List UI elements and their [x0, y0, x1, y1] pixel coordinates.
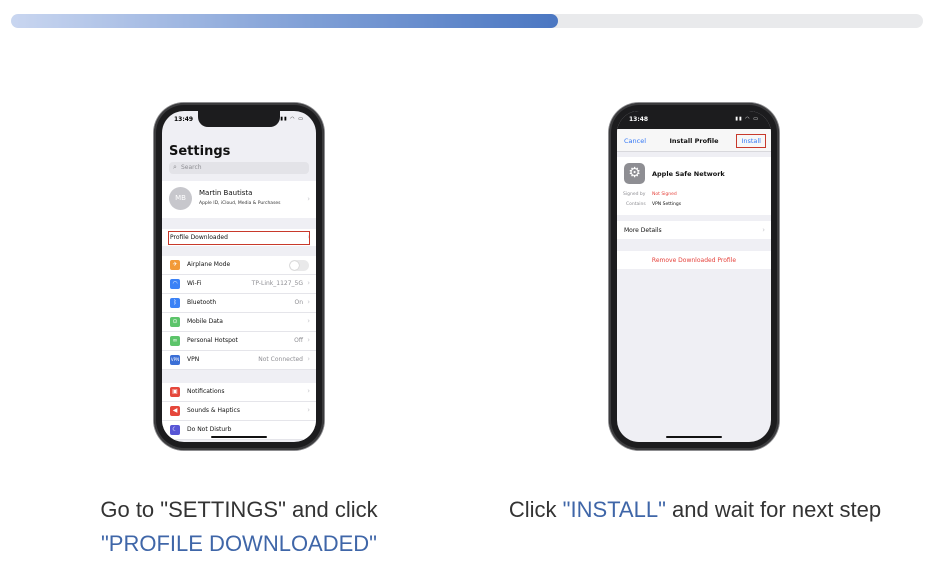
notifications-icon: ▣: [170, 387, 180, 397]
settings-list-notifications: ▣ Notifications › ◀ Sounds & Haptics › ☾…: [162, 383, 316, 440]
row-label: Wi-Fi: [187, 280, 202, 287]
progress-bar: [11, 14, 923, 28]
chevron-right-icon: ›: [762, 226, 765, 234]
caption-pre: Click: [508, 497, 563, 522]
search-input[interactable]: ⌕ Search: [169, 162, 309, 174]
vpn-icon: VPN: [170, 355, 180, 365]
list-item-notifications[interactable]: ▣ Notifications ›: [162, 383, 316, 402]
list-item-vpn[interactable]: VPN VPN Not Connected ›: [162, 351, 316, 370]
caption-line-1: Go to "SETTINGS" and click: [100, 497, 378, 522]
progress-bar-fill: [11, 14, 559, 28]
list-item-airplane-mode[interactable]: ✈ Airplane Mode: [162, 256, 316, 275]
settings-screen: 13:49 ▮▮ ◠ ▭ Settings ⌕ Search MB Martin…: [162, 111, 316, 442]
remove-profile-label: Remove Downloaded Profile: [651, 257, 737, 264]
chevron-right-icon: ›: [307, 355, 310, 363]
list-item-personal-hotspot[interactable]: ∞ Personal Hotspot Off ›: [162, 332, 316, 351]
status-time: 13:49: [174, 116, 194, 123]
row-value: Off: [294, 337, 303, 344]
chevron-right-icon: ›: [307, 195, 310, 203]
chevron-right-icon: ›: [307, 336, 310, 344]
signal-battery-icon: ▮▮ ◠ ▭: [280, 116, 304, 122]
contains-value: VPN Settings: [652, 202, 682, 207]
signal-battery-icon: ▮▮ ◠ ▭: [735, 116, 759, 122]
row-label: Personal Hotspot: [187, 337, 238, 344]
more-details-row[interactable]: More Details ›: [617, 221, 771, 239]
profile-info-card: ⚙ Apple Safe Network Signed by Not Signe…: [617, 157, 771, 215]
apple-id-card[interactable]: MB Martin Bautista Apple ID, iCloud, Med…: [162, 181, 316, 218]
chevron-right-icon: ›: [307, 279, 310, 287]
remove-profile-button[interactable]: Remove Downloaded Profile: [617, 251, 771, 269]
row-label: VPN: [187, 356, 200, 363]
settings-list-connectivity: ✈ Airplane Mode ◠ Wi-Fi TP-Link_1127_5G …: [162, 256, 316, 370]
caption-step-settings: Go to "SETTINGS" and click "PROFILE DOWN…: [40, 493, 438, 561]
row-value: TP-Link_1127_5G: [251, 280, 303, 287]
caption-line-2: "PROFILE DOWNLOADED": [101, 531, 377, 556]
caption-post: and wait for next step: [665, 497, 882, 522]
list-item-mobile-data[interactable]: ⊙ Mobile Data ›: [162, 313, 316, 332]
install-button[interactable]: Install: [736, 134, 766, 148]
chevron-right-icon: ›: [307, 298, 310, 306]
chevron-right-icon: ›: [307, 317, 310, 325]
sounds-icon: ◀: [170, 406, 180, 416]
list-item-sounds[interactable]: ◀ Sounds & Haptics ›: [162, 402, 316, 421]
chevron-right-icon: ›: [307, 387, 310, 395]
avatar: MB: [169, 187, 192, 210]
nav-bar: Cancel Install Profile Install: [617, 129, 771, 152]
home-indicator: [211, 436, 267, 438]
more-details-label: More Details: [624, 227, 662, 234]
profile-subtitle: Apple ID, iCloud, Media & Purchases: [199, 201, 281, 206]
profile-name: Apple Safe Network: [652, 170, 725, 178]
list-item-bluetooth[interactable]: ᛒ Bluetooth On ›: [162, 294, 316, 313]
signed-by-label: Signed by: [623, 192, 646, 197]
row-label: Do Not Disturb: [187, 426, 232, 433]
row-label: Bluetooth: [187, 299, 217, 306]
phone-notch: [198, 111, 280, 127]
caption-step-install: Click "INSTALL" and wait for next step: [470, 493, 920, 527]
row-value: On: [294, 299, 303, 306]
caption-highlight: "INSTALL": [562, 497, 666, 522]
airplane-icon: ✈: [170, 260, 180, 270]
status-time: 13:48: [629, 116, 649, 123]
row-label: Sounds & Haptics: [187, 407, 240, 414]
profile-name: Martin Bautista: [199, 189, 253, 197]
search-icon: ⌕: [173, 163, 177, 171]
row-label: Notifications: [187, 388, 225, 395]
page-title: Settings: [169, 144, 231, 159]
wifi-icon: ◠: [170, 279, 180, 289]
phone-settings: 13:49 ▮▮ ◠ ▭ Settings ⌕ Search MB Martin…: [154, 103, 324, 450]
chevron-right-icon: ›: [307, 406, 310, 414]
list-item-wifi[interactable]: ◠ Wi-Fi TP-Link_1127_5G ›: [162, 275, 316, 294]
phone-notch: [653, 111, 735, 127]
antenna-icon: ⊙: [170, 317, 180, 327]
row-label: Airplane Mode: [187, 261, 231, 268]
contains-label: Contains: [626, 202, 646, 207]
gear-icon: ⚙: [624, 163, 645, 184]
install-profile-screen: 13:48 ▮▮ ◠ ▭ Cancel Install Profile Inst…: [617, 111, 771, 442]
home-indicator: [666, 436, 722, 438]
row-label: Mobile Data: [187, 318, 223, 325]
search-placeholder: Search: [181, 164, 202, 171]
phone-install-profile: 13:48 ▮▮ ◠ ▭ Cancel Install Profile Inst…: [609, 103, 779, 450]
moon-icon: ☾: [170, 425, 180, 435]
bluetooth-icon: ᛒ: [170, 298, 180, 308]
signed-by-value: Not Signed: [652, 192, 677, 197]
airplane-mode-toggle[interactable]: [289, 260, 309, 271]
row-value: Not Connected: [258, 356, 303, 363]
highlight-box: [168, 231, 310, 245]
hotspot-icon: ∞: [170, 336, 180, 346]
